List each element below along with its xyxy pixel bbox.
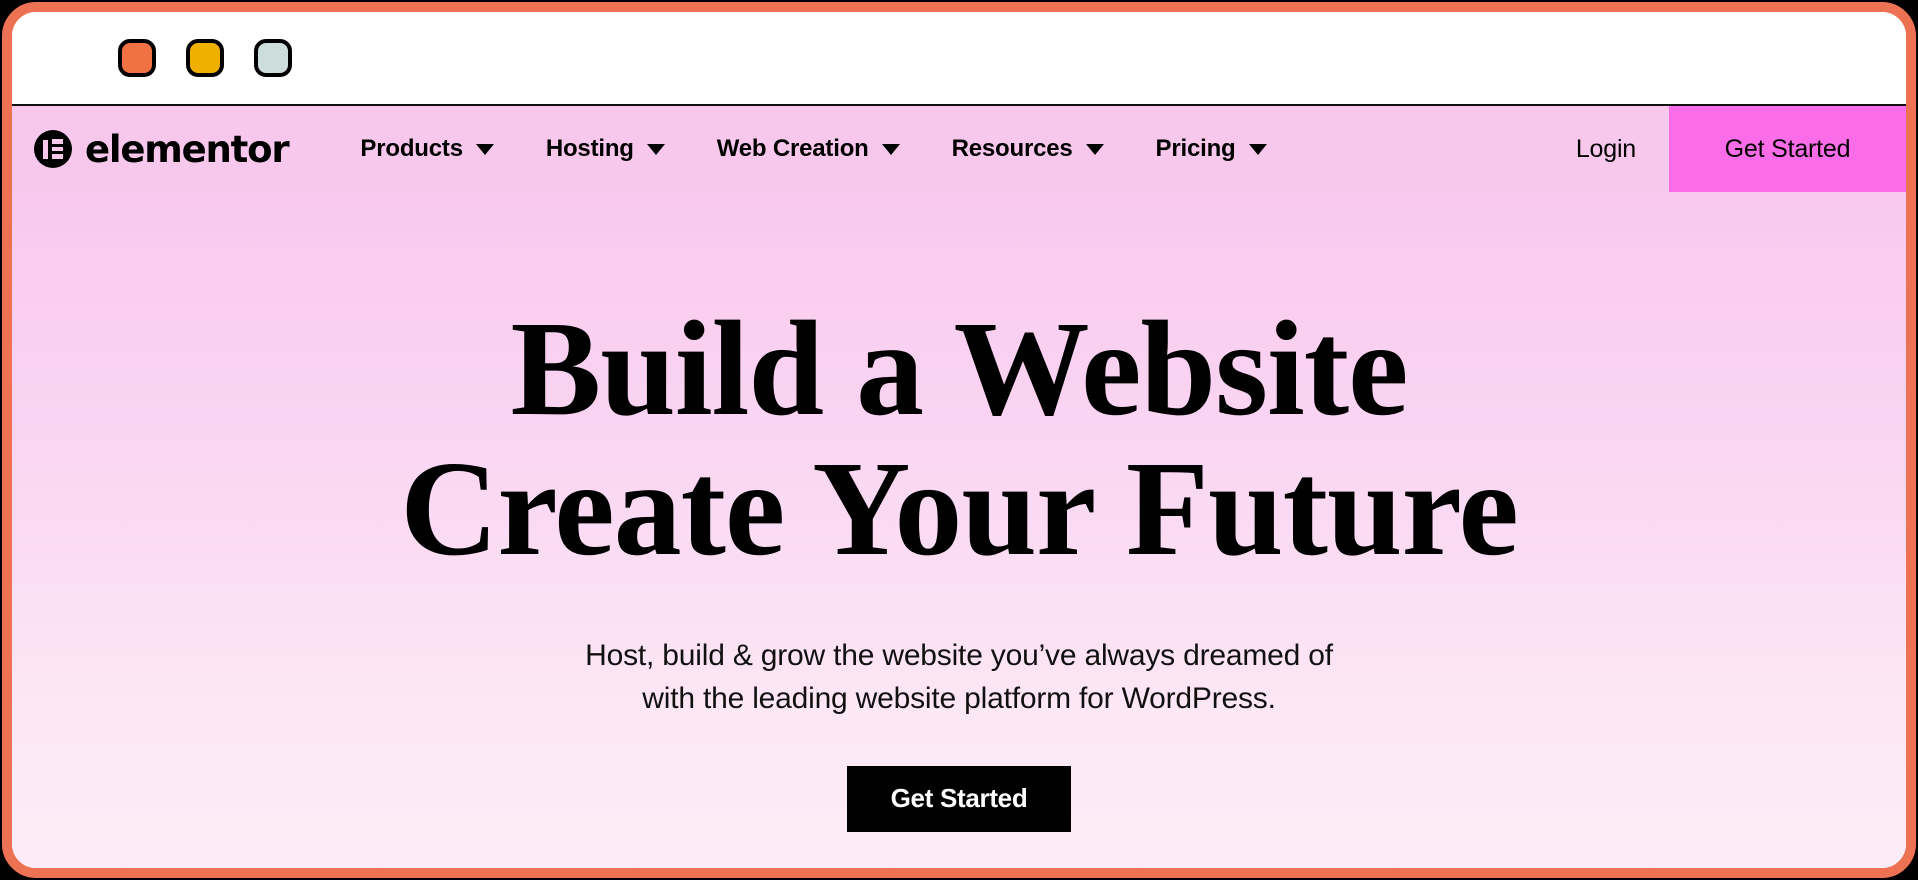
header-get-started-button[interactable]: Get Started (1669, 106, 1906, 192)
close-window-button[interactable] (118, 39, 156, 77)
brand-name: elementor (85, 127, 290, 171)
main-navigation: Products Hosting Web Creation Resources … (334, 106, 1542, 192)
nav-item-label: Hosting (545, 135, 634, 162)
login-link[interactable]: Login (1543, 106, 1669, 192)
chevron-down-icon (1248, 143, 1267, 155)
minimize-window-button[interactable] (186, 39, 224, 77)
hero-subtitle-line-1: Host, build & grow the website you’ve al… (585, 639, 1333, 673)
nav-item-resources[interactable]: Resources (926, 106, 1130, 192)
chevron-down-icon (475, 143, 494, 155)
nav-item-products[interactable]: Products (334, 106, 519, 192)
page-content: elementor Products Hosting Web Creation … (12, 106, 1906, 868)
hero-title-line-1: Build a Website (510, 294, 1409, 444)
browser-window: elementor Products Hosting Web Creation … (2, 2, 1916, 878)
window-titlebar (12, 12, 1906, 106)
elementor-logo-icon (34, 130, 72, 168)
maximize-window-button[interactable] (254, 39, 292, 77)
nav-item-pricing[interactable]: Pricing (1130, 106, 1293, 192)
hero-title-line-2: Create Your Future (400, 434, 1519, 585)
nav-item-label: Web Creation (716, 135, 869, 162)
header-actions: Login Get Started (1543, 106, 1906, 192)
chevron-down-icon (1085, 143, 1104, 155)
traffic-light-group (118, 39, 292, 77)
nav-item-label: Pricing (1155, 135, 1236, 162)
chevron-down-icon (881, 143, 900, 155)
hero-title: Build a Website Create Your Future (12, 299, 1906, 579)
chevron-down-icon (646, 143, 665, 155)
nav-item-hosting[interactable]: Hosting (520, 106, 691, 192)
hero-section: Build a Website Create Your Future Host,… (12, 192, 1906, 832)
nav-item-label: Resources (951, 135, 1073, 162)
brand-logo[interactable]: elementor (34, 106, 290, 192)
nav-item-label: Products (360, 135, 463, 162)
hero-get-started-button[interactable]: Get Started (847, 765, 1071, 832)
hero-subtitle: Host, build & grow the website you’ve al… (12, 635, 1906, 721)
nav-item-web-creation[interactable]: Web Creation (691, 106, 926, 192)
hero-subtitle-line-2: with the leading website platform for Wo… (642, 682, 1276, 716)
site-header: elementor Products Hosting Web Creation … (12, 106, 1906, 192)
